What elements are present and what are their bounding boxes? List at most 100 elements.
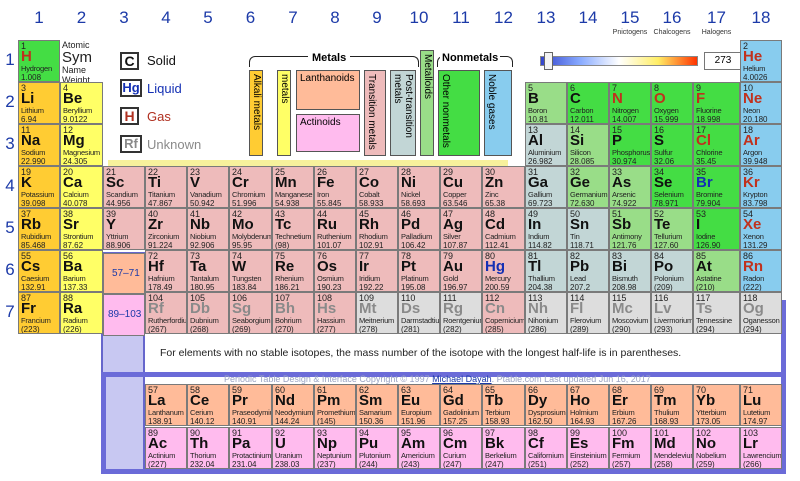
element-Ni[interactable]: 28 Ni Nickel 58.693 bbox=[398, 166, 440, 208]
group-header-16[interactable]: 16 bbox=[651, 8, 693, 28]
period-label-6[interactable]: 6 bbox=[3, 260, 17, 280]
category-actinoids[interactable]: Actinoids bbox=[296, 114, 360, 152]
group-header-6[interactable]: 6 bbox=[229, 8, 272, 28]
element-As[interactable]: 33 As Arsenic 74.922 bbox=[609, 166, 651, 208]
group-header-1[interactable]: 1 bbox=[18, 8, 60, 28]
element-Mn[interactable]: 25 Mn Manganese 54.938 bbox=[272, 166, 314, 208]
element-Y[interactable]: 39 Y Yttrium 88.906 bbox=[103, 208, 145, 250]
element-K[interactable]: 19 K Potassium 39.098 bbox=[18, 166, 60, 208]
element-N[interactable]: 7 N Nitrogen 14.007 bbox=[609, 82, 651, 124]
element-Na[interactable]: 11 Na Sodium 22.990 bbox=[18, 124, 60, 166]
element-Ho[interactable]: 67 Ho Holmium 164.93 bbox=[567, 384, 609, 426]
group-header-4[interactable]: 4 bbox=[145, 8, 187, 28]
element-Be[interactable]: 4 Be Beryllium 9.0122 bbox=[60, 82, 103, 124]
temperature-slider[interactable] bbox=[540, 56, 698, 66]
element-Db[interactable]: 105 Db Dubnium (268) bbox=[187, 292, 229, 334]
group-header-2[interactable]: 2 bbox=[60, 8, 103, 28]
element-Tb[interactable]: 65 Tb Terbium 158.93 bbox=[482, 384, 525, 426]
category-other-nonmetals[interactable]: Other nonmetals bbox=[438, 70, 480, 156]
element-Pa[interactable]: 91 Pa Protactinium 231.04 bbox=[229, 427, 272, 469]
element-Hg[interactable]: 80 Hg Mercury 200.59 bbox=[482, 250, 525, 292]
element-Ag[interactable]: 47 Ag Silver 107.87 bbox=[440, 208, 482, 250]
category-metalloids[interactable]: Metalloids bbox=[420, 50, 434, 156]
element-Nb[interactable]: 41 Nb Niobium 92.906 bbox=[187, 208, 229, 250]
group-header-15[interactable]: 15 bbox=[609, 8, 651, 28]
element-B[interactable]: 5 B Boron 10.81 bbox=[525, 82, 567, 124]
element-Cf[interactable]: 98 Cf Californium (251) bbox=[525, 427, 567, 469]
period-label-3[interactable]: 3 bbox=[3, 134, 17, 154]
element-Lu[interactable]: 71 Lu Lutetium 174.97 bbox=[740, 384, 782, 426]
group-header-7[interactable]: 7 bbox=[272, 8, 314, 28]
element-Ru[interactable]: 44 Ru Ruthenium 101.07 bbox=[314, 208, 356, 250]
group-header-5[interactable]: 5 bbox=[187, 8, 229, 28]
element-Bh[interactable]: 107 Bh Bohrium (270) bbox=[272, 292, 314, 334]
element-Tm[interactable]: 69 Tm Thulium 168.93 bbox=[651, 384, 693, 426]
element-Ir[interactable]: 77 Ir Iridium 192.22 bbox=[356, 250, 398, 292]
element-Ce[interactable]: 58 Ce Cerium 140.12 bbox=[187, 384, 229, 426]
element-Pm[interactable]: 61 Pm Promethium (145) bbox=[314, 384, 356, 426]
element-C[interactable]: 6 C Carbon 12.011 bbox=[567, 82, 609, 124]
element-Co[interactable]: 27 Co Cobalt 58.933 bbox=[356, 166, 398, 208]
element-Gd[interactable]: 64 Gd Gadolinium 157.25 bbox=[440, 384, 482, 426]
category-alkali[interactable]: Alkali metals bbox=[249, 70, 263, 156]
element-Cn[interactable]: 112 Cn Copernicium (285) bbox=[482, 292, 525, 334]
element-Ta[interactable]: 73 Ta Tantalum 180.95 bbox=[187, 250, 229, 292]
group-header-10[interactable]: 10 bbox=[398, 8, 440, 28]
element-Ca[interactable]: 20 Ca Calcium 40.078 bbox=[60, 166, 103, 208]
group-header-8[interactable]: 8 bbox=[314, 8, 356, 28]
element-Cs[interactable]: 55 Cs Caesium 132.91 bbox=[18, 250, 60, 292]
element-Mc[interactable]: 115 Mc Moscovium (290) bbox=[609, 292, 651, 334]
element-Fm[interactable]: 100 Fm Fermium (257) bbox=[609, 427, 651, 469]
element-Np[interactable]: 93 Np Neptunium (237) bbox=[314, 427, 356, 469]
element-Pu[interactable]: 94 Pu Plutonium (244) bbox=[356, 427, 398, 469]
element-Fr[interactable]: 87 Fr Francium (223) bbox=[18, 292, 60, 334]
state-unknown-box[interactable]: Rf bbox=[120, 135, 142, 153]
element-Li[interactable]: 3 Li Lithium 6.94 bbox=[18, 82, 60, 124]
element-Tc[interactable]: 43 Tc Technetium (98) bbox=[272, 208, 314, 250]
element-Rf[interactable]: 104RfRutherfordium(267) bbox=[145, 292, 187, 334]
period-label-1[interactable]: 1 bbox=[3, 50, 17, 70]
element-Og[interactable]: 118 Og Oganesson (294) bbox=[740, 292, 782, 334]
element-Zr[interactable]: 40 Zr Zirconium 91.224 bbox=[145, 208, 187, 250]
category-lanthanoids[interactable]: Lanthanoids bbox=[296, 70, 360, 110]
element-Sb[interactable]: 51 Sb Antimony 121.76 bbox=[609, 208, 651, 250]
element-Rb[interactable]: 37 Rb Rubidium 85.468 bbox=[18, 208, 60, 250]
element-Ts[interactable]: 117 Ts Tennessine (294) bbox=[693, 292, 740, 334]
element-Am[interactable]: 95 Am Americium (243) bbox=[398, 427, 440, 469]
element-Sn[interactable]: 50 Sn Tin 118.71 bbox=[567, 208, 609, 250]
element-Sg[interactable]: 106 Sg Seaborgium (269) bbox=[229, 292, 272, 334]
period-label-4[interactable]: 4 bbox=[3, 176, 17, 196]
element-Kr[interactable]: 36 Kr Krypton 83.798 bbox=[740, 166, 782, 208]
element-No[interactable]: 102 No Nobelium (259) bbox=[693, 427, 740, 469]
group-header-13[interactable]: 13 bbox=[525, 8, 567, 28]
element-Ra[interactable]: 88 Ra Radium (226) bbox=[60, 292, 103, 334]
element-Nh[interactable]: 113 Nh Nihonium (286) bbox=[525, 292, 567, 334]
period-label-5[interactable]: 5 bbox=[3, 218, 17, 238]
group-header-11[interactable]: 11 bbox=[440, 8, 482, 28]
element-W[interactable]: 74 W Tungsten 183.84 bbox=[229, 250, 272, 292]
element-Se[interactable]: 34 Se Selenium 78.971 bbox=[651, 166, 693, 208]
period-label-7[interactable]: 7 bbox=[3, 302, 17, 322]
group-header-17[interactable]: 17 bbox=[693, 8, 740, 28]
element-Bk[interactable]: 97 Bk Berkelium (247) bbox=[482, 427, 525, 469]
element-Pb[interactable]: 82 Pb Lead 207.2 bbox=[567, 250, 609, 292]
temperature-slider-handle[interactable] bbox=[543, 52, 553, 70]
element-He[interactable]: 2 He Helium 4.0026 bbox=[740, 40, 782, 82]
state-solid-box[interactable]: C bbox=[120, 52, 139, 70]
element-Pt[interactable]: 78 Pt Platinum 195.08 bbox=[398, 250, 440, 292]
element-Pr[interactable]: 59PrPraseodymium140.91 bbox=[229, 384, 272, 426]
element-Ne[interactable]: 10 Ne Neon 20.180 bbox=[740, 82, 782, 124]
element-Bi[interactable]: 83 Bi Bismuth 208.98 bbox=[609, 250, 651, 292]
element-La[interactable]: 57 La Lanthanum 138.91 bbox=[145, 384, 187, 426]
element-Eu[interactable]: 63 Eu Europium 151.96 bbox=[398, 384, 440, 426]
element-Mo[interactable]: 42 Mo Molybdenum 95.95 bbox=[229, 208, 272, 250]
group-header-9[interactable]: 9 bbox=[356, 8, 398, 28]
element-Au[interactable]: 79 Au Gold 196.97 bbox=[440, 250, 482, 292]
element-Es[interactable]: 99 Es Einsteinium (252) bbox=[567, 427, 609, 469]
element-Th[interactable]: 90 Th Thorium 232.04 bbox=[187, 427, 229, 469]
element-Sr[interactable]: 38 Sr Strontium 87.62 bbox=[60, 208, 103, 250]
element-Fl[interactable]: 114 Fl Flerovium (289) bbox=[567, 292, 609, 334]
lanthanide-series-cell[interactable]: 57–71 bbox=[103, 253, 145, 294]
element-Cu[interactable]: 29 Cu Copper 63.546 bbox=[440, 166, 482, 208]
element-Cl[interactable]: 17 Cl Chlorine 35.45 bbox=[693, 124, 740, 166]
